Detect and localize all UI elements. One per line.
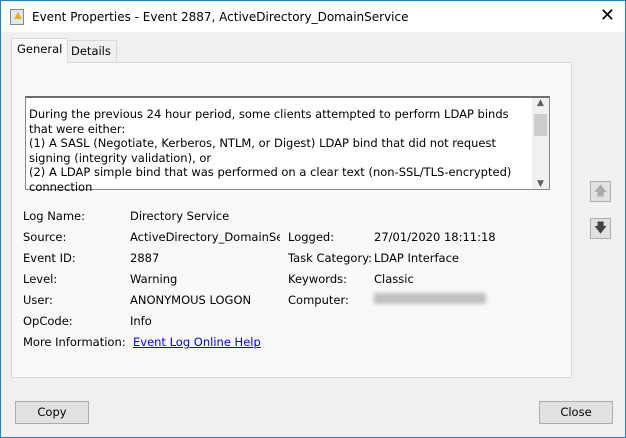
tab-details[interactable]: Details	[65, 40, 117, 63]
window-title: Event Properties - Event 2887, ActiveDir…	[32, 10, 409, 24]
previous-event-button[interactable]: 🡅	[590, 181, 611, 202]
scroll-up-icon[interactable]: ▲	[532, 98, 549, 108]
event-id-value: 2887	[130, 251, 160, 265]
event-viewer-icon	[10, 9, 24, 25]
description-line: (2) A LDAP simple bind that was performe…	[29, 165, 512, 194]
user-label: User:	[23, 293, 53, 307]
close-button[interactable]: Close	[539, 401, 613, 424]
close-window-button[interactable]: ✕	[600, 5, 615, 26]
description-line: During the previous 24 hour period, some…	[29, 107, 509, 136]
event-log-online-help-link[interactable]: Event Log Online Help	[133, 335, 261, 349]
user-value: ANONYMOUS LOGON	[130, 293, 252, 307]
level-value: Warning	[130, 272, 178, 286]
copy-button[interactable]: Copy	[15, 401, 89, 424]
task-category-value: LDAP Interface	[374, 251, 460, 265]
computer-value-redacted	[374, 293, 486, 304]
logged-value: 27/01/2020 18:11:18	[374, 230, 496, 244]
keywords-value: Classic	[374, 272, 414, 286]
description-scrollbar[interactable]: ▲ ▼	[532, 98, 549, 189]
description-line: (1) A SASL (Negotiate, Kerberos, NTLM, o…	[29, 136, 496, 165]
computer-label: Computer:	[288, 293, 349, 307]
source-value: ActiveDirectory_DomainServ	[130, 230, 280, 244]
tab-general[interactable]: General	[11, 38, 69, 63]
next-event-button[interactable]: 🡇	[590, 218, 611, 239]
keywords-label: Keywords:	[288, 272, 347, 286]
logged-label: Logged:	[288, 230, 335, 244]
arrow-up-icon: 🡅	[593, 184, 608, 199]
opcode-label: OpCode:	[23, 314, 73, 328]
log-name-value: Directory Service	[130, 209, 230, 223]
event-id-label: Event ID:	[23, 251, 76, 265]
event-description-box[interactable]: During the previous 24 hour period, some…	[25, 96, 550, 194]
scroll-down-icon[interactable]: ▼	[532, 179, 549, 189]
source-label: Source:	[23, 230, 67, 244]
level-label: Level:	[23, 272, 58, 286]
event-properties-window: Event Properties - Event 2887, ActiveDir…	[0, 0, 626, 438]
task-category-label: Task Category:	[288, 251, 373, 265]
log-name-label: Log Name:	[23, 209, 85, 223]
opcode-value: Info	[130, 314, 152, 328]
title-bar: Event Properties - Event 2887, ActiveDir…	[1, 1, 625, 32]
more-info-label: More Information:	[23, 335, 126, 349]
scrollbar-thumb[interactable]	[534, 114, 547, 136]
arrow-down-icon: 🡇	[593, 221, 608, 236]
